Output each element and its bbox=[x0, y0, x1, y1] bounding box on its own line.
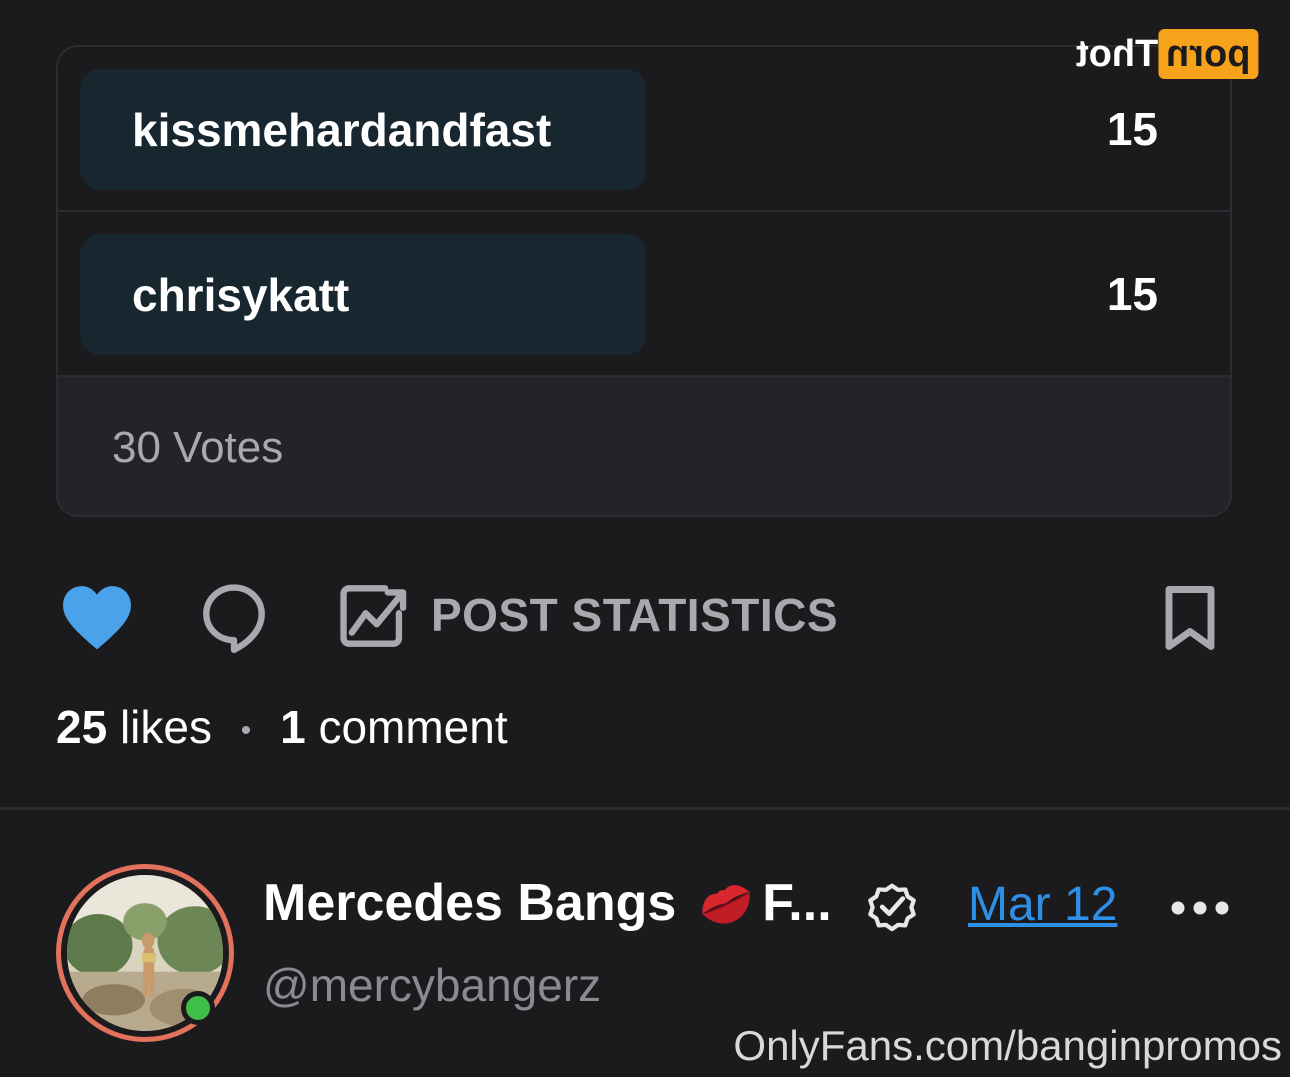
poll-card: kissmehardandfast 15 chrisykatt 15 30 Vo… bbox=[56, 45, 1232, 517]
meta-separator: • bbox=[240, 713, 252, 747]
author-name-suffix: F... bbox=[762, 874, 832, 932]
author-name: Mercedes Bangs bbox=[263, 874, 677, 932]
post-meta: 25 likes • 1 comment bbox=[56, 700, 508, 754]
watermark-url: OnlyFans.com/banginpromos bbox=[733, 1022, 1282, 1069]
poll-footer: 30 Votes bbox=[58, 377, 1230, 515]
comments-label[interactable]: comment bbox=[318, 701, 507, 753]
comments-count: 1 bbox=[280, 701, 306, 753]
heart-icon[interactable] bbox=[60, 582, 134, 652]
poll-option-button[interactable]: kissmehardandfast bbox=[80, 69, 646, 190]
bookmark-icon[interactable] bbox=[1158, 582, 1222, 654]
poll-option-label: kissmehardandfast bbox=[132, 103, 552, 156]
post-statistics-button[interactable]: POST STATISTICS bbox=[431, 588, 838, 642]
stats-icon[interactable] bbox=[338, 582, 410, 650]
poll-votes-total: 30 Votes bbox=[112, 423, 284, 472]
more-options-icon[interactable] bbox=[1170, 896, 1230, 920]
post-date-link[interactable]: Mar 12 bbox=[968, 877, 1117, 932]
poll-option-count: 15 bbox=[1106, 102, 1158, 155]
likes-label[interactable]: likes bbox=[120, 701, 212, 753]
watermark-logo: Thot porn bbox=[1072, 29, 1259, 79]
poll-option-count: 15 bbox=[1106, 267, 1158, 320]
poll-row: kissmehardandfast 15 bbox=[58, 47, 1230, 212]
online-status-indicator bbox=[181, 991, 215, 1025]
divider bbox=[0, 807, 1290, 810]
author-handle[interactable]: @mercybangerz bbox=[263, 958, 601, 1012]
comment-icon[interactable] bbox=[200, 582, 268, 654]
lips-emoji-icon bbox=[702, 885, 750, 924]
poll-option-label: chrisykatt bbox=[132, 268, 350, 321]
poll-option-button[interactable]: chrisykatt bbox=[80, 234, 646, 355]
page: kissmehardandfast 15 chrisykatt 15 30 Vo… bbox=[0, 0, 1290, 1077]
likes-count: 25 bbox=[56, 701, 108, 753]
post-actions: POST STATISTICS bbox=[0, 570, 1290, 660]
author-name-link[interactable]: Mercedes Bangs F... bbox=[263, 873, 832, 933]
logo-text: Thot bbox=[1076, 32, 1159, 75]
verified-badge-icon bbox=[868, 883, 916, 932]
poll-row: chrisykatt 15 bbox=[58, 212, 1230, 377]
logo-highlight: porn bbox=[1158, 29, 1259, 79]
